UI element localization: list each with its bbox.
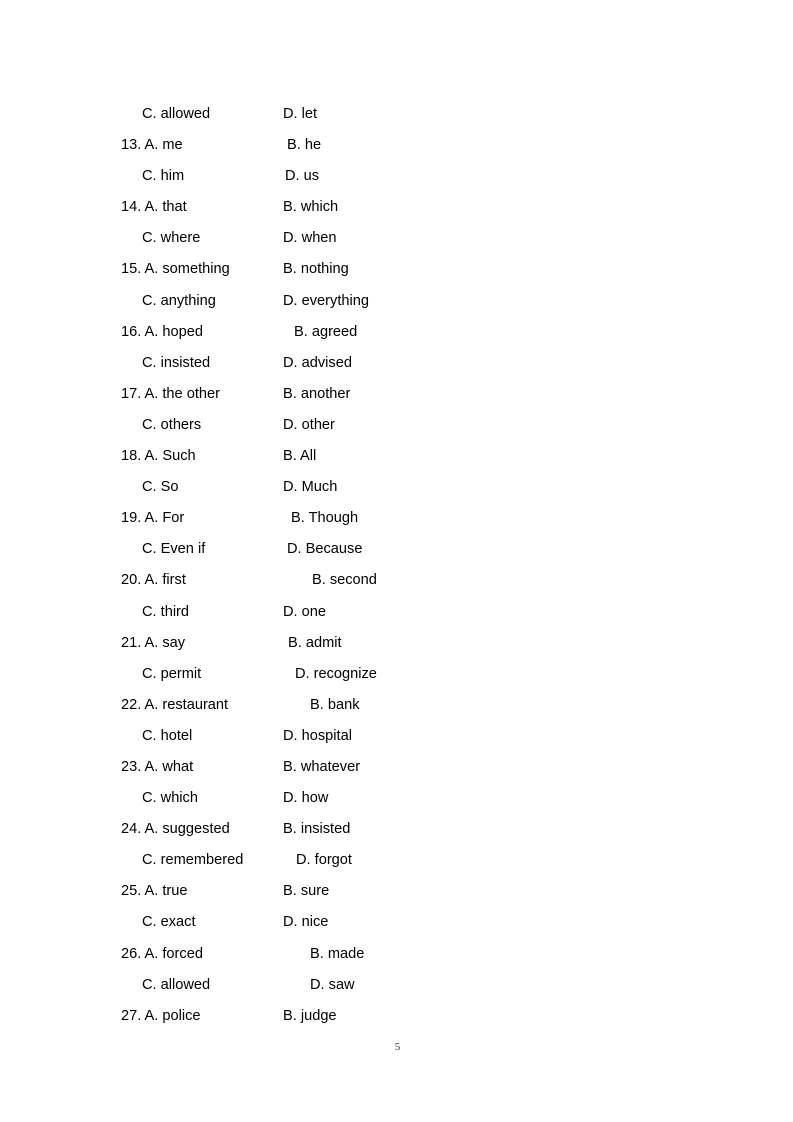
option-left: 18. A. Such [121,448,196,465]
option-left: C. others [142,416,202,433]
option-row: 14. A. that B. which [0,192,793,223]
option-row: 21. A. say B. admit [0,628,793,659]
option-left: 26. A. forced [121,945,203,962]
option-right: D. how [283,790,329,807]
option-right: B. Though [291,510,359,527]
option-row: C. which D. how [0,783,793,814]
option-left: C. hotel [142,727,193,744]
option-left: C. allowed [142,976,211,993]
option-right: D. hospital [283,727,352,744]
option-row: C. exact D. nice [0,907,793,938]
option-right: D. Much [283,479,338,496]
option-right: D. let [283,106,318,122]
option-row: 24. A. suggested B. insisted [0,814,793,845]
option-right: B. made [310,945,365,962]
option-row: C. So D. Much [0,472,793,503]
option-left: C. insisted [142,354,211,371]
option-left: 27. A. police [121,1007,201,1024]
option-right: B. agreed [294,323,358,340]
option-right: B. judge [283,1007,337,1024]
option-right: B. another [283,385,351,402]
option-right: B. whatever [283,758,361,775]
option-right: B. he [287,137,322,154]
option-row: 22. A. restaurant B. bank [0,690,793,721]
option-left: C. which [142,790,198,807]
option-left: 17. A. the other [121,385,220,402]
option-right: D. nice [283,914,329,931]
document-page: C. allowed D. let 13. A. me B. he C. him D. u… [0,0,793,1122]
option-right: B. second [312,572,377,589]
option-left: 23. A. what [121,758,194,775]
option-row: 25. A. true B. sure [0,876,793,907]
option-left: C. remembered [142,852,244,869]
option-right: B. which [283,199,339,216]
option-row: C. allowed D. let [0,99,793,130]
option-row: 27. A. police B. judge [0,1001,793,1032]
option-left: C. So [142,479,179,496]
option-row: C. remembered D. forgot [0,845,793,876]
option-right: B. admit [288,634,342,651]
option-right: B. insisted [283,821,351,838]
option-row: 20. A. first B. second [0,565,793,596]
option-right: D. everything [283,292,369,309]
option-left: 24. A. suggested [121,821,230,838]
option-left: 16. A. hoped [121,323,203,340]
option-row: 18. A. Such B. All [0,441,793,472]
option-right: D. other [283,416,335,433]
option-row: 17. A. the other B. another [0,379,793,410]
option-left: 19. A. For [121,510,185,527]
option-left: C. anything [142,292,216,309]
option-left: 13. A. me [121,137,183,154]
option-right: B. All [283,448,317,465]
option-left: C. Even if [142,541,206,558]
option-right: D. recognize [295,665,377,682]
option-left: 22. A. restaurant [121,696,229,713]
option-right: D. Because [287,541,363,558]
option-row: C. permit D. recognize [0,659,793,690]
option-row: C. him D. us [0,161,793,192]
option-left: C. allowed [142,106,211,122]
option-row: C. insisted D. advised [0,348,793,379]
option-left: 20. A. first [121,572,186,589]
option-left: C. permit [142,665,202,682]
option-row: C. where D. when [0,223,793,254]
option-right: D. advised [283,354,352,371]
option-left: 25. A. true [121,883,188,900]
option-left: C. where [142,230,201,247]
option-row: C. third D. one [0,597,793,628]
option-right: D. when [283,230,337,247]
option-row: C. hotel D. hospital [0,721,793,752]
option-row: C. others D. other [0,410,793,441]
option-row: 26. A. forced B. made [0,939,793,970]
option-right: B. sure [283,883,330,900]
option-row: 19. A. For B. Though [0,503,793,534]
option-row: 13. A. me B. he [0,130,793,161]
option-left: C. exact [142,914,196,931]
answer-options-list: C. allowed D. let 13. A. me B. he C. him D. u… [0,99,793,1032]
option-row: 15. A. something B. nothing [0,254,793,285]
option-row: 23. A. what B. whatever [0,752,793,783]
option-left: C. third [142,603,190,620]
option-right: D. one [283,603,326,620]
option-left: C. him [142,168,185,185]
option-row: C. Even if D. Because [0,534,793,565]
option-right: D. forgot [296,852,352,869]
option-left: 21. A. say [121,634,186,651]
option-right: B. bank [310,696,360,713]
option-right: B. nothing [283,261,349,278]
option-left: 14. A. that [121,199,187,216]
option-right: D. us [285,168,320,185]
page-number: 5 [394,1041,401,1053]
option-row: C. anything D. everything [0,286,793,317]
option-row: 16. A. hoped B. agreed [0,317,793,348]
option-left: 15. A. something [121,261,230,278]
option-row: C. allowed D. saw [0,970,793,1001]
option-right: D. saw [310,976,355,993]
